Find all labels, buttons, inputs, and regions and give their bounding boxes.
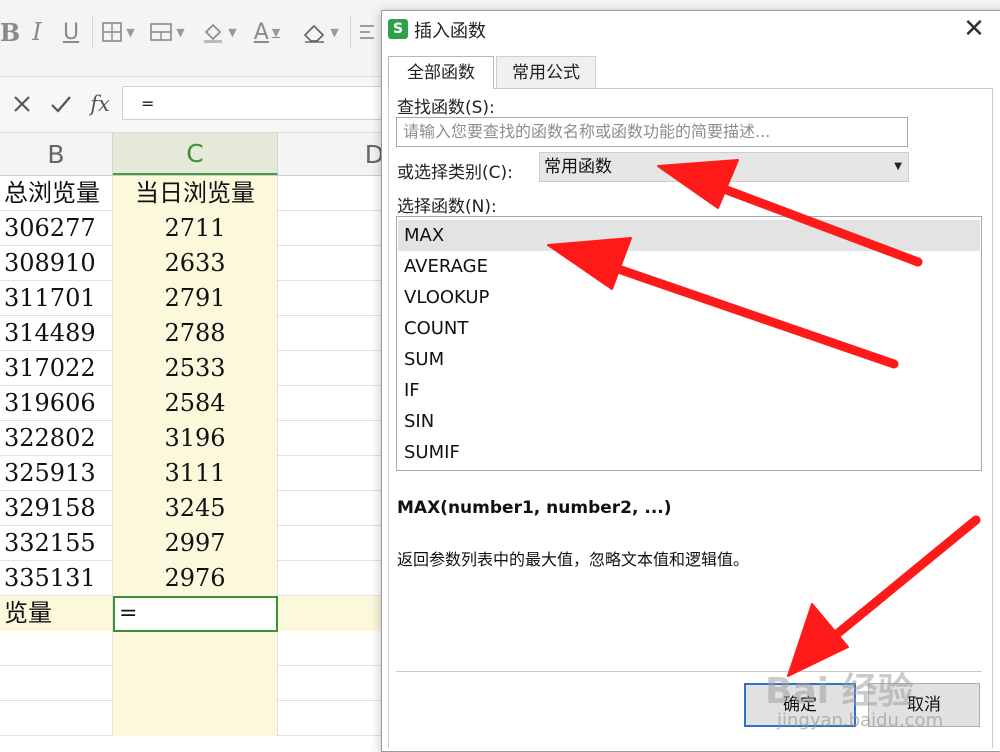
dialog-title: 插入函数 [414, 21, 486, 42]
function-syntax: MAX(number1, number2, ...) [397, 498, 672, 518]
dialog-divider [396, 671, 982, 672]
app-logo-icon: S [388, 19, 408, 39]
confirm-formula-button[interactable] [46, 89, 76, 119]
search-input[interactable]: 请输入您要查找的函数名称或函数功能的简要描述... [396, 117, 908, 147]
cell-b[interactable]: 322802 [0, 421, 113, 456]
align-button[interactable] [356, 14, 378, 50]
category-select[interactable]: 常用函数 ▼ [539, 152, 909, 182]
cell-c[interactable]: 2788 [113, 316, 278, 351]
search-label: 查找函数(S): [397, 98, 495, 118]
tab-all-functions[interactable]: 全部函数 [388, 56, 494, 89]
cancel-formula-button[interactable] [8, 89, 36, 119]
close-icon: ✕ [963, 14, 985, 44]
cancel-button[interactable]: 取消 [868, 683, 980, 727]
toolbar-divider [350, 16, 351, 48]
insert-function-dialog: S 插入函数 ✕ 全部函数 常用公式 查找函数(S): 请输入您要查找的函数名称… [381, 10, 1000, 752]
list-item-max[interactable]: MAX [398, 220, 980, 251]
category-value: 常用函数 [544, 157, 612, 177]
list-item[interactable]: AVERAGE [398, 251, 980, 282]
cell-b-header[interactable]: 总浏览量 [0, 176, 113, 211]
clear-button[interactable]: ▼ [298, 14, 342, 50]
cell-b[interactable]: 325913 [0, 456, 113, 491]
tab-common-formulas[interactable]: 常用公式 [496, 56, 596, 89]
function-description: 返回参数列表中的最大值，忽略文本值和逻辑值。 [397, 550, 750, 569]
active-cell-editor[interactable]: = [113, 596, 278, 632]
cell-b[interactable]: 306277 [0, 211, 113, 246]
cell-c[interactable]: 2711 [113, 211, 278, 246]
cell-c[interactable]: 3196 [113, 421, 278, 456]
underline-button[interactable]: U [58, 14, 84, 50]
check-icon [51, 96, 71, 113]
cell-b[interactable]: 314489 [0, 316, 113, 351]
italic-button[interactable]: I [26, 14, 48, 50]
cell-c[interactable]: 2633 [113, 246, 278, 281]
toolbar-divider [92, 16, 93, 48]
cell-c[interactable]: 2997 [113, 526, 278, 561]
cell-b[interactable]: 319606 [0, 386, 113, 421]
eraser-icon [304, 24, 325, 43]
column-header-b[interactable]: B [0, 133, 113, 175]
chevron-down-icon: ▼ [126, 25, 135, 39]
close-icon [14, 96, 30, 112]
list-item[interactable]: SIN [398, 406, 980, 437]
cell-b[interactable]: 317022 [0, 351, 113, 386]
category-label: 或选择类别(C): [397, 163, 513, 183]
cell-b[interactable] [0, 701, 113, 736]
cell-b[interactable]: 329158 [0, 491, 113, 526]
font-color-button[interactable]: A ▼ [246, 14, 288, 50]
cell-b-total[interactable]: 览量 [0, 596, 113, 631]
cell-c[interactable]: 2533 [113, 351, 278, 386]
cell-b[interactable] [0, 666, 113, 701]
close-button[interactable]: ✕ [959, 13, 989, 45]
cell-c[interactable] [113, 666, 278, 701]
chevron-down-icon: ▼ [228, 25, 237, 39]
paint-bucket-icon [204, 23, 223, 43]
fill-color-button[interactable]: ▼ [198, 14, 240, 50]
formula-input[interactable]: = [122, 86, 422, 120]
function-label: 选择函数(N): [397, 197, 497, 217]
bold-button[interactable]: B [0, 14, 20, 50]
cell-c[interactable]: 2791 [113, 281, 278, 316]
cell-c[interactable]: 3245 [113, 491, 278, 526]
cell-c[interactable]: 2584 [113, 386, 278, 421]
merge-cells-icon [150, 23, 173, 41]
cell-b[interactable] [0, 631, 113, 666]
cell-c[interactable] [113, 701, 278, 736]
list-item[interactable]: IF [398, 375, 980, 406]
cell-c-header[interactable]: 当日浏览量 [113, 176, 278, 211]
cell-b[interactable]: 311701 [0, 281, 113, 316]
insert-function-button[interactable]: fx [84, 89, 116, 119]
border-icon [102, 22, 123, 42]
chevron-down-icon: ▼ [894, 161, 902, 172]
cell-c[interactable]: 3111 [113, 456, 278, 491]
align-icon [360, 25, 374, 39]
list-item[interactable]: VLOOKUP [398, 282, 980, 313]
list-item[interactable]: COUNT [398, 313, 980, 344]
border-button[interactable]: ▼ [98, 14, 138, 50]
dialog-titlebar[interactable]: S 插入函数 ✕ [382, 11, 999, 49]
font-color-label: A [253, 19, 269, 45]
cell-b[interactable]: 335131 [0, 561, 113, 596]
column-header-c[interactable]: C [113, 133, 278, 175]
cell-b[interactable]: 332155 [0, 526, 113, 561]
chevron-down-icon: ▼ [330, 25, 339, 39]
chevron-down-icon: ▼ [176, 25, 185, 39]
cell-c[interactable] [113, 631, 278, 666]
chevron-down-icon: ▼ [271, 25, 281, 39]
cell-c[interactable]: 2976 [113, 561, 278, 596]
list-item[interactable]: SUM [398, 344, 980, 375]
ok-button[interactable]: 确定 [744, 683, 856, 727]
merge-button[interactable]: ▼ [146, 14, 188, 50]
list-item[interactable]: SUMIF [398, 437, 980, 468]
cell-b[interactable]: 308910 [0, 246, 113, 281]
function-list[interactable]: MAX AVERAGE VLOOKUP COUNT SUM IF SIN SUM… [396, 216, 982, 471]
